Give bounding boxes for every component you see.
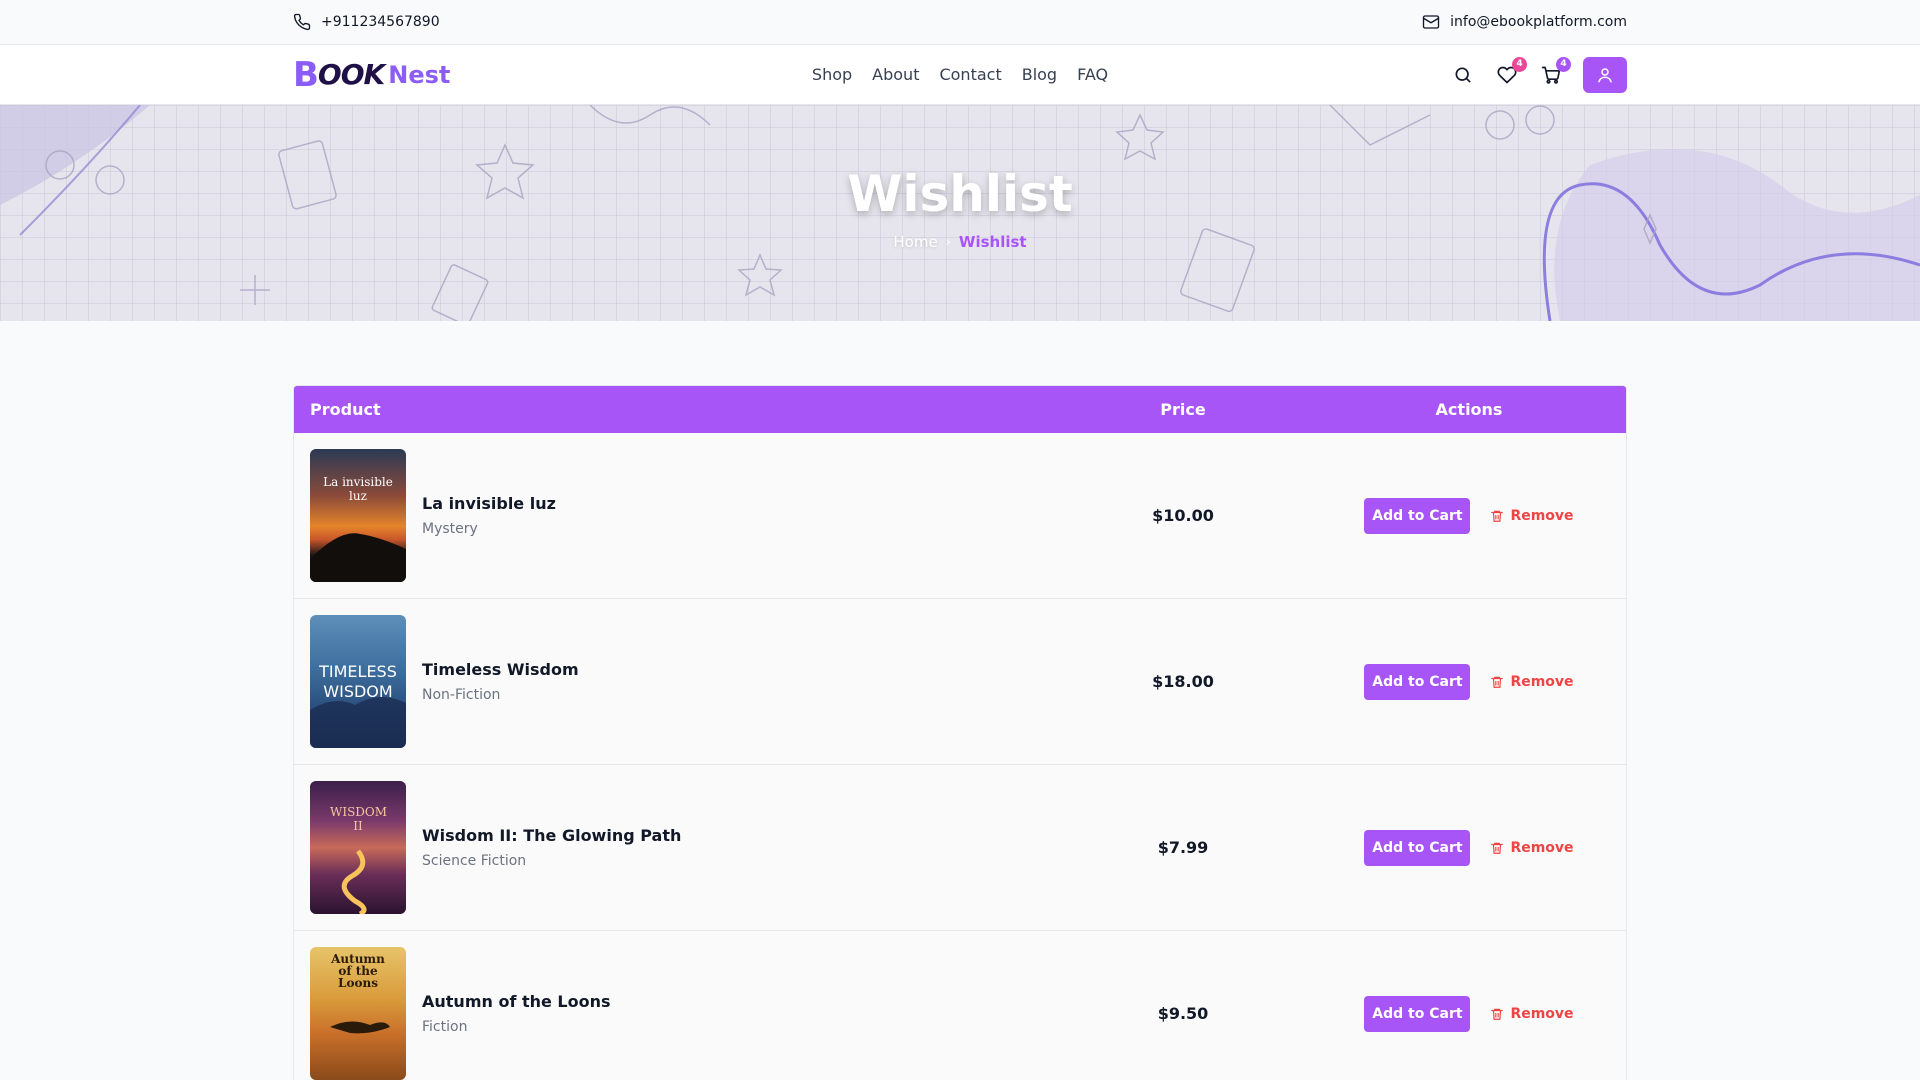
add-to-cart-button[interactable]: Add to Cart	[1364, 497, 1471, 534]
remove-button[interactable]: Remove	[1490, 839, 1574, 856]
product-category: Mystery	[422, 521, 478, 537]
breadcrumb-current: Wishlist	[958, 233, 1027, 251]
header-actions: Actions	[1435, 400, 1503, 419]
remove-button[interactable]: Remove	[1490, 507, 1574, 524]
logo-nest: Nest	[388, 60, 451, 89]
wishlist-count-badge: 4	[1512, 56, 1527, 72]
trash-icon	[1491, 842, 1504, 854]
remove-button[interactable]: Remove	[1490, 1005, 1574, 1022]
product-price: $9.50	[1157, 1004, 1209, 1023]
header-price: Price	[1160, 400, 1206, 419]
search-button[interactable]	[1451, 63, 1475, 87]
breadcrumb-home[interactable]: Home	[893, 233, 937, 251]
table-row: WISDOM II Wisdom II: The Glowing Path Sc…	[294, 765, 1626, 931]
breadcrumb: Home › Wishlist	[0, 233, 1920, 251]
trash-icon	[1491, 676, 1504, 688]
mountain-silhouette	[310, 533, 406, 582]
product-cell: TIMELESS WISDOM Timeless Wisdom Non-Fict…	[294, 615, 1054, 748]
nav-blog[interactable]: Blog	[1022, 65, 1057, 84]
product-category: Non-Fiction	[422, 687, 501, 703]
product-price: $18.00	[1152, 672, 1214, 691]
nav-shop[interactable]: Shop	[812, 65, 852, 84]
mountain-silhouette	[310, 696, 406, 748]
logo-b: B	[293, 54, 319, 95]
book-cover-image[interactable]: WISDOM II	[310, 781, 406, 914]
product-info: La invisible luz Mystery	[422, 494, 556, 537]
phone-number: +911234567890	[321, 14, 440, 30]
row-actions: Add to Cart Remove	[1312, 829, 1626, 866]
product-category: Science Fiction	[422, 853, 527, 869]
product-cell: La invisible luz La invisible luz Myster…	[294, 449, 1054, 582]
logo-ook: OOK	[317, 58, 385, 91]
product-title[interactable]: La invisible luz	[422, 494, 556, 513]
phone-icon	[293, 13, 311, 31]
nav-about[interactable]: About	[872, 65, 919, 84]
product-title[interactable]: Timeless Wisdom	[422, 660, 579, 679]
table-row: La invisible luz La invisible luz Myster…	[294, 433, 1626, 599]
header-product: Product	[310, 400, 381, 419]
cart-button[interactable]: 4	[1539, 56, 1571, 87]
product-info: Autumn of the Loons Fiction	[422, 992, 611, 1035]
product-info: Wisdom II: The Glowing Path Science Fict…	[422, 826, 681, 869]
chevron-right-icon: ›	[945, 234, 951, 250]
book-cover-image[interactable]: TIMELESS WISDOM	[310, 615, 406, 748]
product-category: Fiction	[422, 1019, 468, 1035]
product-price: $7.99	[1157, 838, 1209, 857]
email-contact[interactable]: info@ebookplatform.com	[1422, 13, 1627, 31]
main-header: B OOK Nest Shop About Contact Blog FAQ 4 4	[0, 45, 1920, 105]
row-actions: Add to Cart Remove	[1312, 663, 1626, 700]
top-contact-bar: +911234567890 info@ebookplatform.com	[0, 0, 1920, 45]
remove-label: Remove	[1510, 839, 1574, 856]
glowing-path	[341, 849, 367, 914]
wishlist-table: Product Price Actions La invisible luz L…	[293, 385, 1627, 1080]
table-header: Product Price Actions	[294, 386, 1626, 433]
product-cell: Autumn of the Loons Autumn of the Loons …	[294, 947, 1054, 1080]
remove-label: Remove	[1510, 507, 1574, 524]
row-actions: Add to Cart Remove	[1312, 995, 1626, 1032]
nav-faq[interactable]: FAQ	[1077, 65, 1108, 84]
header-actions: 4 4	[1451, 56, 1627, 93]
remove-label: Remove	[1510, 673, 1574, 690]
main-nav: Shop About Contact Blog FAQ	[812, 65, 1108, 84]
trash-icon	[1491, 510, 1504, 522]
product-price: $10.00	[1152, 506, 1214, 525]
email-address: info@ebookplatform.com	[1450, 14, 1627, 30]
wishlist-button[interactable]: 4	[1495, 56, 1527, 87]
trash-icon	[1491, 1008, 1504, 1020]
add-to-cart-button[interactable]: Add to Cart	[1364, 829, 1471, 866]
add-to-cart-button[interactable]: Add to Cart	[1364, 995, 1471, 1032]
table-row: Autumn of the Loons Autumn of the Loons …	[294, 931, 1626, 1080]
mail-icon	[1422, 15, 1440, 29]
phone-contact[interactable]: +911234567890	[293, 13, 440, 31]
product-title[interactable]: Wisdom II: The Glowing Path	[422, 826, 681, 845]
product-cell: WISDOM II Wisdom II: The Glowing Path Sc…	[294, 781, 1054, 914]
loon-silhouette	[330, 1021, 390, 1034]
book-cover-image[interactable]: Autumn of the Loons	[310, 947, 406, 1080]
add-to-cart-button[interactable]: Add to Cart	[1364, 663, 1471, 700]
row-actions: Add to Cart Remove	[1312, 497, 1626, 534]
book-cover-image[interactable]: La invisible luz	[310, 449, 406, 582]
page-title: Wishlist	[847, 165, 1073, 223]
site-logo[interactable]: B OOK Nest	[293, 55, 450, 95]
remove-label: Remove	[1510, 1005, 1574, 1022]
page-hero: Wishlist Home › Wishlist	[0, 105, 1920, 321]
account-button[interactable]	[1583, 56, 1627, 93]
cart-count-badge: 4	[1556, 56, 1571, 72]
product-title[interactable]: Autumn of the Loons	[422, 992, 611, 1011]
hero-content: Wishlist Home › Wishlist	[0, 165, 1920, 251]
user-icon	[1598, 67, 1612, 82]
search-icon	[1455, 67, 1471, 82]
table-row: TIMELESS WISDOM Timeless Wisdom Non-Fict…	[294, 599, 1626, 765]
nav-contact[interactable]: Contact	[939, 65, 1001, 84]
remove-button[interactable]: Remove	[1490, 673, 1574, 690]
product-info: Timeless Wisdom Non-Fiction	[422, 660, 579, 703]
